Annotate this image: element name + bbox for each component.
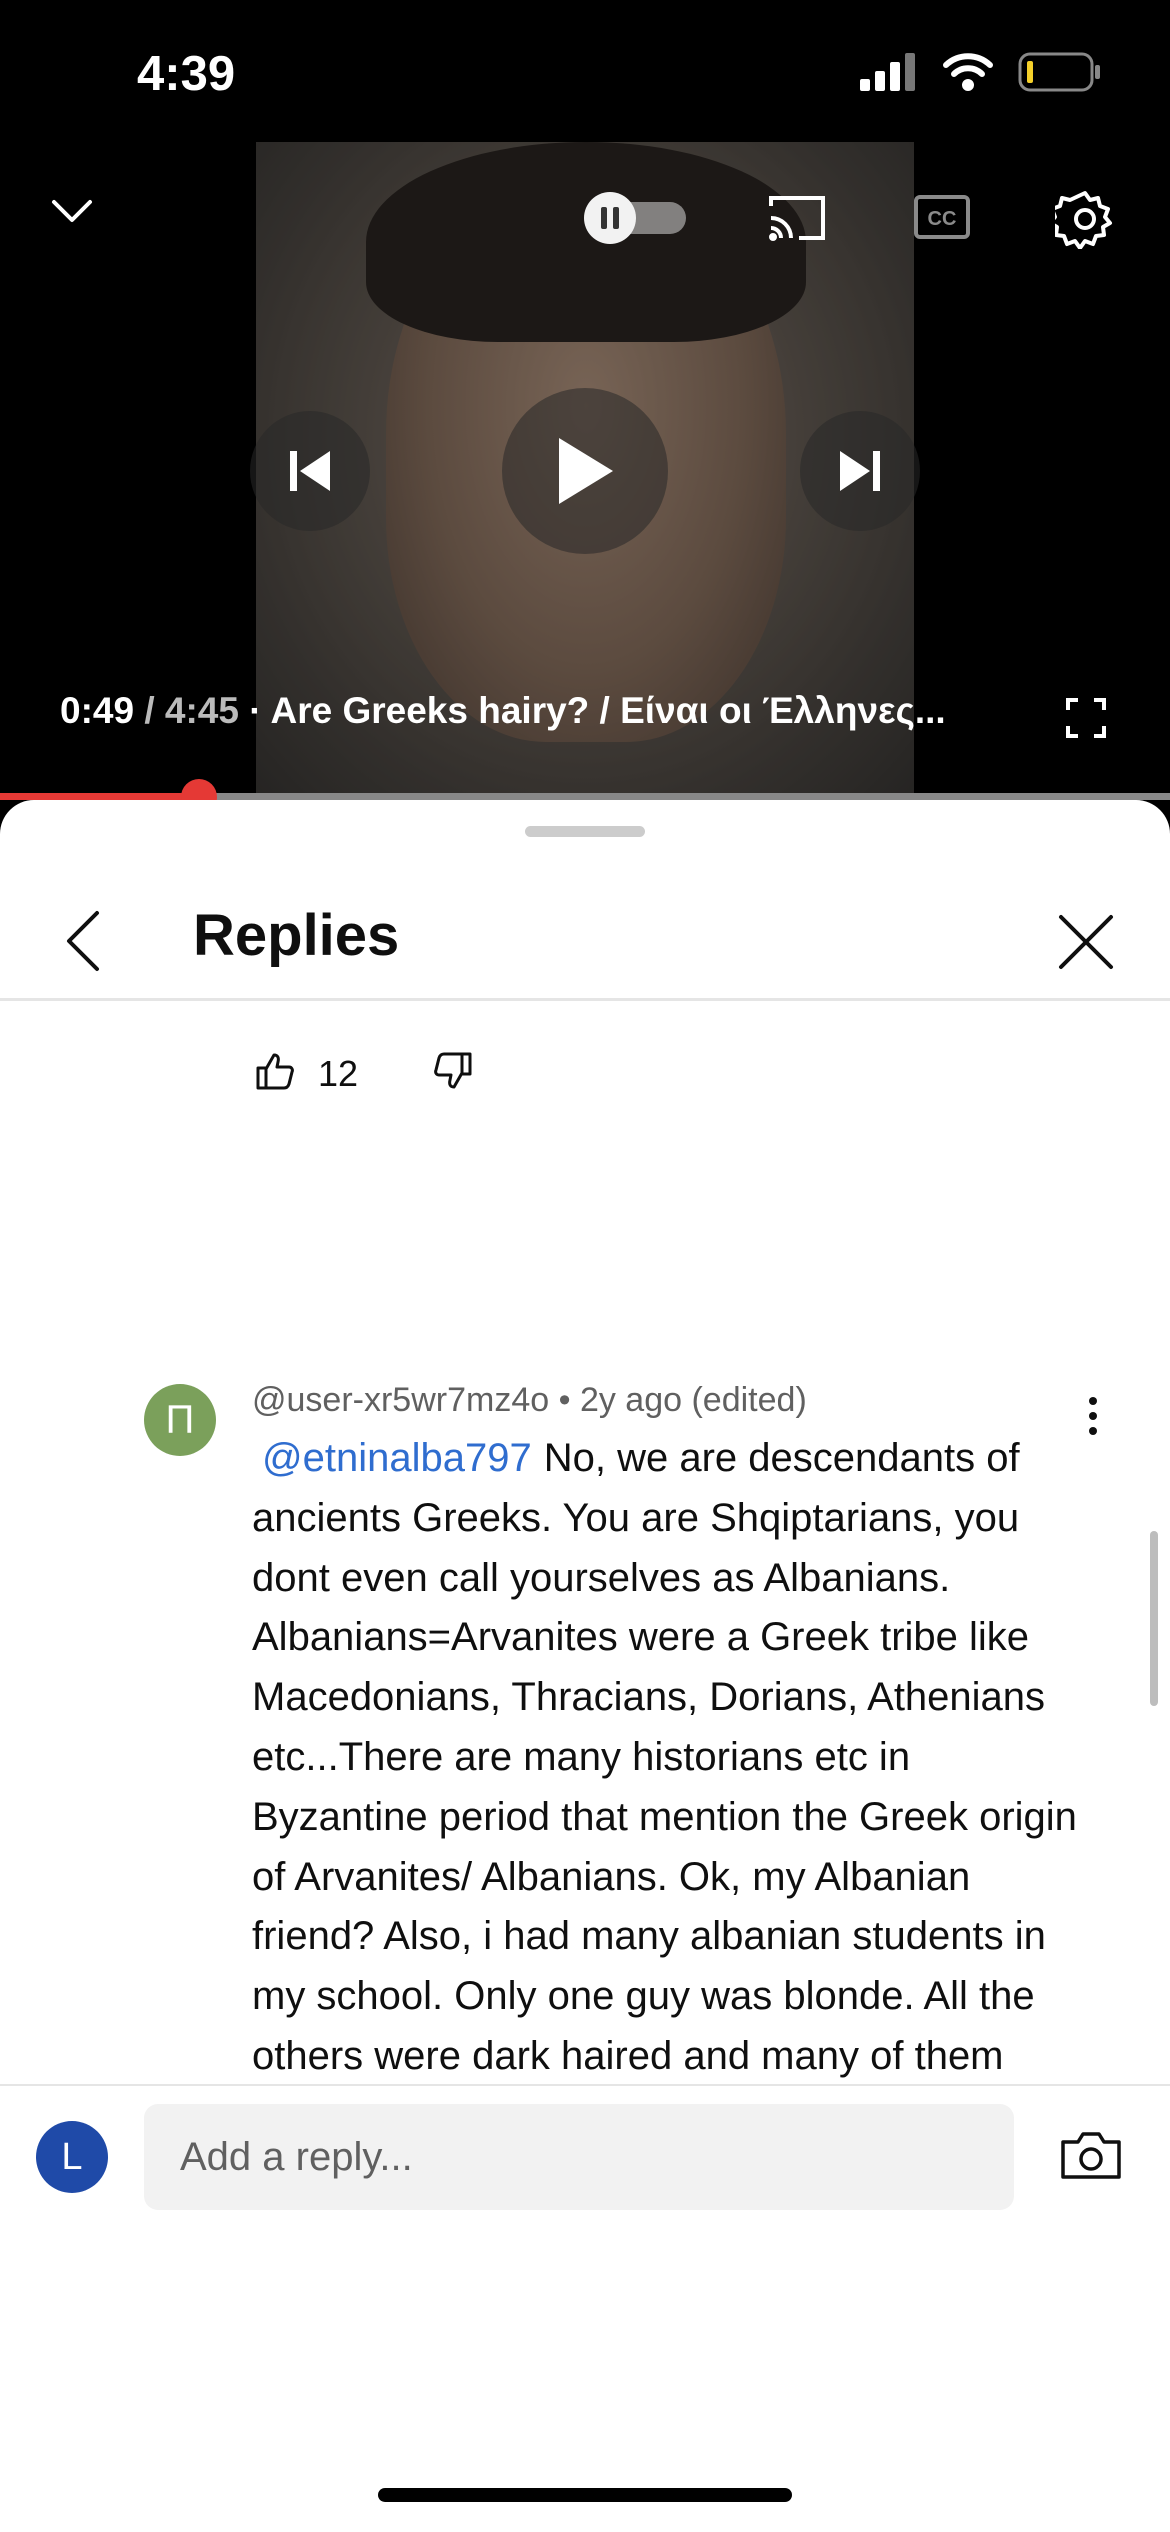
drag-handle[interactable] [525,826,645,837]
close-icon[interactable] [1056,912,1116,972]
reply-input[interactable] [144,2104,1014,2210]
status-icons [860,52,1102,92]
comment-timestamp: 2y ago (edited) [579,1381,807,1419]
scrollbar[interactable] [1150,1531,1158,1706]
gear-icon[interactable] [1054,188,1116,250]
like-count: 12 [318,1052,359,1094]
play-button[interactable] [502,388,668,554]
meta-separator: • [558,1381,571,1419]
sheet-title: Replies [193,903,400,968]
mention-link[interactable]: @etninalba797 [262,1436,532,1480]
more-options-icon[interactable] [1085,1396,1101,1441]
like-button[interactable] [256,1051,296,1096]
captions-icon[interactable]: CC [912,192,972,242]
fullscreen-icon[interactable] [1064,696,1108,740]
comment-avatar[interactable]: Π [144,1384,216,1456]
video-player[interactable]: CC 0:49 / 4:45 · Are Greeks hairy? / Είν… [0,0,1170,800]
home-indicator [378,2488,792,2502]
cast-icon[interactable] [764,190,830,246]
comment-body: No, we are descendants of ancients Greek… [252,1436,1077,2078]
video-duration: 4:45 [164,690,239,731]
user-avatar[interactable]: L [36,2121,108,2193]
signal-icon [860,53,915,91]
autoplay-toggle[interactable] [580,190,692,246]
previous-button[interactable] [250,411,370,531]
video-title[interactable]: Are Greeks hairy? / Είναι οι Έλληνες... [271,690,946,731]
reply-bar: L [0,2086,1170,2236]
wifi-icon [943,53,993,91]
comment-author[interactable]: @user-xr5wr7mz4o [252,1381,549,1419]
progress-fill [0,793,199,800]
comment-meta: @user-xr5wr7mz4o • 2y ago (edited) [252,1381,807,1420]
comments-list[interactable]: 12 Π @user-xr5wr7mz4o • 2y ago (edited) … [0,1001,1170,2084]
comment-text: @etninalba797 No, we are descendants of a… [252,1429,1082,2084]
svg-text:CC: CC [928,208,957,230]
back-icon[interactable] [60,906,106,976]
sheet-header: Replies [0,860,1170,1000]
camera-icon[interactable] [1060,2130,1122,2185]
chevron-down-icon[interactable] [44,190,100,234]
battery-icon [1018,52,1100,92]
thumbs-down-icon [434,1052,472,1089]
title-separator: · [249,690,262,731]
dislike-button[interactable] [432,1051,472,1096]
next-button[interactable] [800,411,920,531]
status-time: 4:39 [137,47,236,101]
thumbs-up-icon [256,1053,294,1090]
elapsed-time: 0:49 [60,690,135,731]
previous-reply-actions: 12 [256,1051,472,1096]
replies-sheet: Replies 12 Π @user-xr5wr7mz4o • 2y ago (… [0,800,1170,2532]
video-title-row: 0:49 / 4:45 · Are Greeks hairy? / Είναι … [60,690,946,731]
